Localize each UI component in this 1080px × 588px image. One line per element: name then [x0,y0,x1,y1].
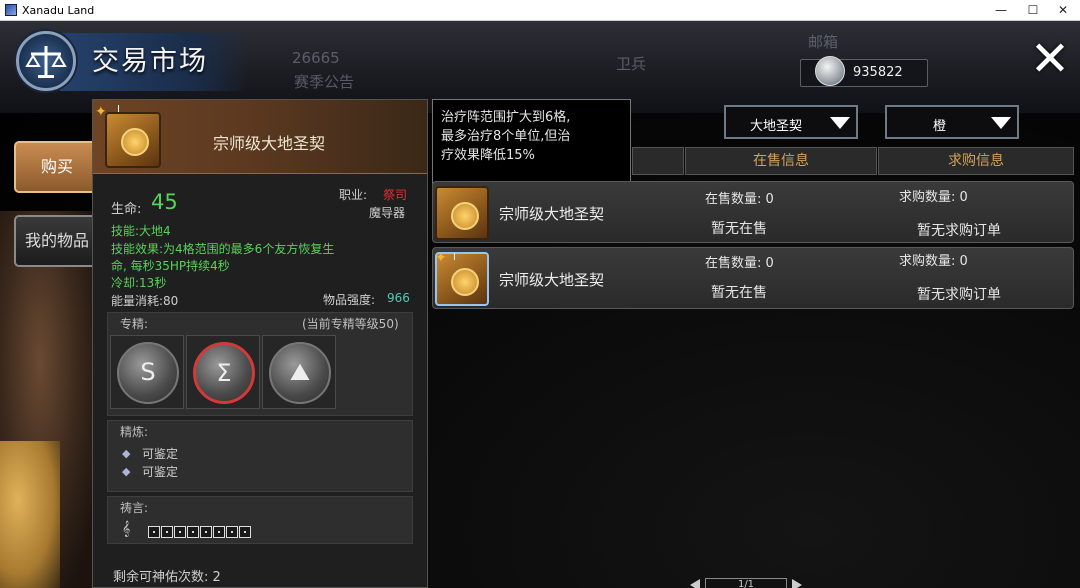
category-dropdown[interactable]: 大地圣契 [724,105,858,139]
game-viewport: 26665 赛季公告 邮箱 卫兵 交易市场 935822 ✕ 购买 我的物品 ✦… [0,21,1080,588]
maximize-button[interactable]: ☐ [1016,0,1050,21]
blessing-remaining: 剩余可神佑次数: 2 [113,570,221,585]
spec-slot-3[interactable]: ⛰ [262,335,336,409]
row-item-name: 宗师级大地圣契 [499,271,605,289]
tooltip-line-1: 治疗阵范围扩大到6格, [441,110,571,125]
energy-cost: 能量消耗:80 [111,294,179,308]
chevron-down-icon [991,117,1011,129]
skill-text: 技能:大地4 [111,224,171,238]
tooltip-line-3: 疗效果降低15% [441,148,535,163]
row-buy-count: 求购数量: 0 [899,254,968,269]
window-title: Xanadu Land [22,4,95,17]
window-close-button[interactable]: ✕ [1046,0,1080,21]
prayer-slots [148,523,252,542]
page-title: 交易市场 [92,46,208,77]
window-titlebar: Xanadu Land — ☐ ✕ [0,0,1080,21]
chevron-down-icon [830,117,850,129]
earth-tome-icon [435,186,489,240]
scales-icon [16,31,76,91]
spec-icon-1: S [117,342,179,404]
column-header-selling: 在售信息 [685,147,877,175]
specialization-section: 专精: (当前专精等级50) S Σ ⛰ [107,312,413,416]
bg-number: 26665 [292,49,340,67]
app-icon [5,4,17,16]
next-page-icon[interactable] [792,579,802,588]
pagination: 1/1 [705,578,787,588]
star-icon: ✦ [435,250,447,266]
market-row[interactable]: ✦ I 宗师级大地圣契 在售数量: 0 暂无在售 求购数量: 0 暂无求购订单 [432,247,1074,309]
spec-slot-1[interactable]: S [110,335,184,409]
rarity-value: 橙 [933,119,947,134]
skill-effect-line1: 技能效果:为4格范围的最多6个友方恢复生 [111,242,335,256]
rarity-dropdown[interactable]: 橙 [885,105,1019,139]
hp-label: 生命: [111,202,142,217]
close-icon[interactable]: ✕ [1026,35,1074,85]
row-buy-status: 暂无求购订单 [917,223,1001,239]
item-detail-panel: ✦ I 宗师级大地圣契 生命: 45 职业: 祭司 魔导器 技能:大地4 技能效… [92,99,428,588]
prayer-glyph-icon: 𝄞 [122,521,131,537]
spec-slot-2[interactable]: Σ [186,335,260,409]
row-sell-count: 在售数量: 0 [705,256,774,271]
column-header-buying: 求购信息 [878,147,1074,175]
item-type: 魔导器 [369,206,406,220]
column-header-blank [632,147,684,175]
strength-label: 物品强度: [323,293,376,307]
refine-item-1: 可鉴定 [142,447,179,461]
row-sell-count: 在售数量: 0 [705,192,774,207]
diamond-icon: ◆ [122,465,131,478]
refine-section: 精炼: ◆ 可鉴定 ◆ 可鉴定 [107,420,413,492]
class-value: 祭司 [383,188,408,202]
currency-amount: 935822 [853,65,903,80]
earth-tome-icon [105,112,161,168]
row-item-name: 宗师级大地圣契 [499,205,605,223]
cooldown-text: 冷却:13秒 [111,276,167,290]
row-buy-status: 暂无求购订单 [917,287,1001,303]
item-detail-header: ✦ I 宗师级大地圣契 [93,100,427,174]
skill-effect-line2: 命, 每秒35HP持续4秒 [111,259,230,273]
market-row[interactable]: 宗师级大地圣契 在售数量: 0 暂无在售 求购数量: 0 暂无求购订单 [432,181,1074,243]
prev-page-icon[interactable] [690,579,700,588]
row-sell-status: 暂无在售 [711,221,767,237]
bg-notice: 赛季公告 [294,73,355,91]
prayer-title: 祷言: [120,501,149,515]
specialization-title: 专精: [120,317,149,331]
tab-my-items[interactable]: 我的物品 [14,215,100,267]
bg-guard: 卫兵 [616,55,647,73]
row-buy-count: 求购数量: 0 [899,190,968,205]
category-value: 大地圣契 [750,119,803,134]
tooltip-line-2: 最多治疗8个单位,但治 [441,129,571,144]
skill-tooltip: 治疗阵范围扩大到6格, 最多治疗8个单位,但治 疗效果降低15% [432,99,631,193]
tab-buy[interactable]: 购买 [14,141,100,193]
item-name: 宗师级大地圣契 [213,134,326,153]
row-tier: I [453,252,456,263]
silver-coin-icon [815,56,845,86]
currency-display: 935822 [800,56,928,87]
class-label: 职业: [339,188,368,202]
strength-value: 966 [387,291,410,305]
refine-title: 精炼: [120,425,149,439]
spec-icon-2-selected: Σ [193,342,255,404]
bg-mailbox: 邮箱 [808,33,839,51]
refine-item-2: 可鉴定 [142,465,179,479]
minimize-button[interactable]: — [984,0,1018,21]
spec-icon-3: ⛰ [269,342,331,404]
diamond-icon: ◆ [122,447,131,460]
hp-value: 45 [151,190,178,214]
row-sell-status: 暂无在售 [711,285,767,301]
npc-girl-art [0,441,60,588]
specialization-level: (当前专精等级50) [302,317,399,331]
prayer-section: 祷言: 𝄞 [107,496,413,544]
